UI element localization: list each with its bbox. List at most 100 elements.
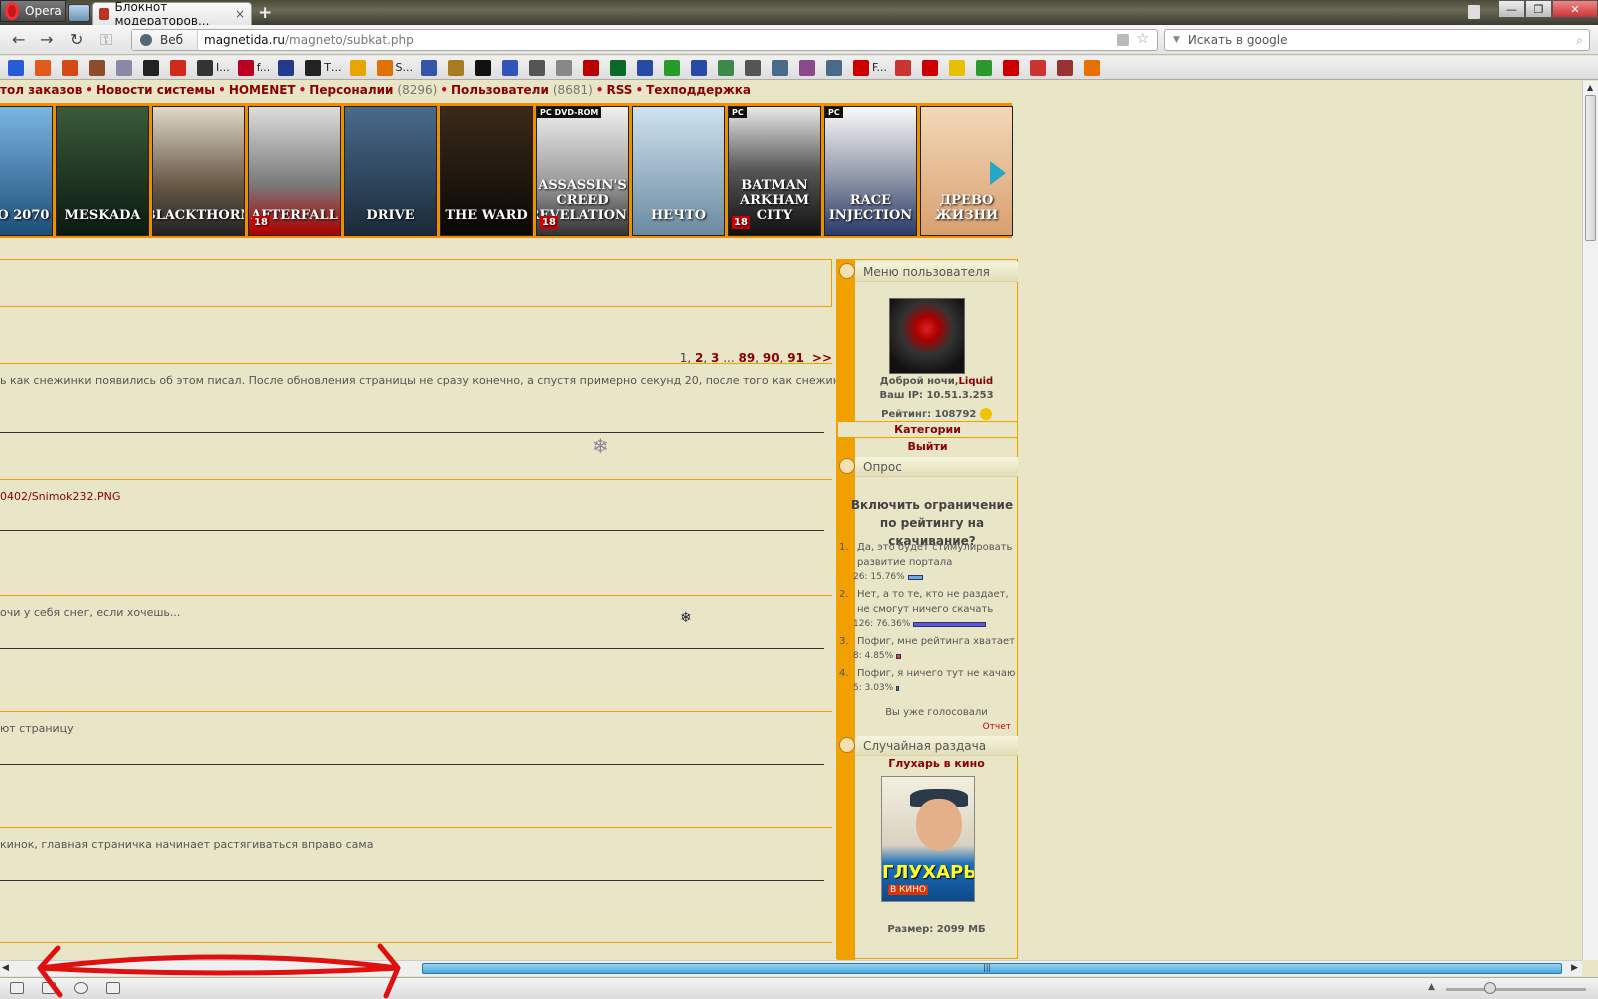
user-menu-header: Меню пользователя: [855, 262, 1018, 282]
zoom-icon[interactable]: ▲: [1428, 982, 1435, 992]
bookmark-item[interactable]: [8, 59, 32, 77]
scroll-right-icon[interactable]: ▶: [1571, 963, 1578, 973]
rss-icon[interactable]: [1117, 34, 1129, 46]
bookmark-item[interactable]: [1030, 59, 1054, 77]
bookmark-star-icon[interactable]: ☆: [1136, 31, 1149, 47]
bookmark-item[interactable]: [745, 59, 769, 77]
key-icon[interactable]: ⚿: [100, 30, 112, 50]
back-button[interactable]: ←: [12, 30, 25, 49]
poster-thumbnail[interactable]: НЕЧТО: [632, 106, 725, 236]
bookmark-item[interactable]: [62, 59, 86, 77]
bookmark-item[interactable]: [170, 59, 194, 77]
minimize-button[interactable]: —: [1498, 0, 1525, 18]
poster-thumbnail[interactable]: ANNO 2070: [0, 106, 53, 236]
address-field[interactable]: Веб magnetida.ru/magneto/subkat.php ☆: [131, 29, 1158, 51]
bookmark-item[interactable]: S...: [376, 59, 418, 77]
bookmark-item[interactable]: [502, 59, 526, 77]
close-window-button[interactable]: ✕: [1552, 0, 1598, 18]
bookmark-item[interactable]: I...: [197, 59, 235, 77]
bookmark-item[interactable]: [583, 59, 607, 77]
bookmark-item[interactable]: [475, 59, 499, 77]
bookmark-item[interactable]: [895, 59, 919, 77]
bookmark-item[interactable]: [448, 59, 472, 77]
active-tab[interactable]: Блокнот модераторов... ×: [92, 0, 252, 28]
poster-thumbnail[interactable]: BLACKTHORN: [152, 106, 245, 236]
nav-link[interactable]: Персоналии: [309, 83, 393, 97]
username-link[interactable]: Liquid: [959, 376, 994, 387]
bookmark-item[interactable]: f...: [237, 59, 276, 77]
unite-icon[interactable]: [42, 982, 56, 994]
bookmark-item[interactable]: [718, 59, 742, 77]
bookmark-item[interactable]: [826, 59, 850, 77]
scroll-up-icon[interactable]: ▲: [1587, 83, 1593, 92]
post-link[interactable]: 0402/Snimok232.PNG: [0, 490, 120, 503]
address-mode[interactable]: Веб: [132, 30, 198, 50]
nav-link[interactable]: HOMENET: [229, 83, 296, 97]
bookmark-item[interactable]: [691, 59, 715, 77]
logout-link[interactable]: Выйти: [837, 438, 1018, 455]
bookmark-item[interactable]: [610, 59, 634, 77]
bookmark-item[interactable]: [143, 59, 167, 77]
poster-thumbnail[interactable]: RACE INJECTION PC: [824, 106, 917, 236]
opera-menu-button[interactable]: Opera: [0, 0, 66, 22]
nav-link[interactable]: тол заказов: [0, 83, 82, 97]
vertical-scrollbar[interactable]: ▲: [1582, 81, 1598, 960]
search-engine-dropdown-icon[interactable]: ▼: [1173, 35, 1180, 45]
release-poster[interactable]: ГЛУХАРЬ В КИНО: [881, 776, 975, 902]
zoom-slider-track[interactable]: [1446, 988, 1586, 991]
nav-link[interactable]: Техподдержка: [646, 83, 751, 97]
poll-report-link[interactable]: Отчет: [983, 722, 1011, 732]
bookmark-item[interactable]: [772, 59, 796, 77]
panel-toggle-icon[interactable]: [10, 982, 24, 994]
search-field[interactable]: ▼ Искать в google ⌕: [1164, 29, 1590, 51]
poster-thumbnail[interactable]: THE WARD: [440, 106, 533, 236]
bookmark-item[interactable]: [1003, 59, 1027, 77]
bookmark-item[interactable]: [949, 59, 973, 77]
bookmark-item[interactable]: [664, 59, 688, 77]
share-icon[interactable]: [74, 982, 88, 994]
poster-thumbnail[interactable]: AFTERFALL 18: [248, 106, 341, 236]
bookmark-item[interactable]: [349, 59, 374, 77]
bookmark-item[interactable]: [922, 59, 946, 77]
poster-thumbnail[interactable]: ASSASSIN'S CREED REVELATIONSPC DVD-ROM18: [536, 106, 629, 236]
bookmark-item[interactable]: [116, 59, 140, 77]
bookmark-item[interactable]: [89, 59, 113, 77]
nav-link[interactable]: Пользователи: [451, 83, 549, 97]
nav-link[interactable]: Новости системы: [96, 83, 215, 97]
maximize-button[interactable]: ❐: [1525, 0, 1552, 18]
new-tab-button[interactable]: +: [258, 3, 272, 23]
tab-close-icon[interactable]: ×: [235, 7, 245, 21]
bookmark-item[interactable]: F...: [853, 59, 892, 77]
bookmark-item[interactable]: [35, 59, 59, 77]
bookmark-item[interactable]: [976, 59, 1000, 77]
scroll-left-icon[interactable]: ◀: [2, 963, 9, 973]
poster-thumbnail[interactable]: DRIVE: [344, 106, 437, 236]
poll-option-percent: 26: 15.76%: [853, 572, 905, 582]
forward-button[interactable]: →: [40, 30, 53, 49]
reload-button[interactable]: ↻: [70, 30, 83, 49]
nav-link[interactable]: RSS: [606, 83, 632, 97]
horizontal-scroll-thumb[interactable]: |||: [422, 963, 1562, 974]
bookmark-item[interactable]: [799, 59, 823, 77]
carousel-next-arrow-icon[interactable]: [990, 161, 1006, 185]
bookmark-item[interactable]: [529, 59, 553, 77]
horizontal-scrollbar[interactable]: ◀ ||| ▶: [0, 960, 1582, 976]
bookmark-item[interactable]: [556, 59, 580, 77]
vertical-scroll-thumb[interactable]: [1585, 95, 1596, 241]
poster-thumbnail[interactable]: MESKADA: [56, 106, 149, 236]
categories-link[interactable]: Категории: [837, 421, 1018, 438]
bookmark-item[interactable]: [1084, 59, 1108, 77]
bookmark-item[interactable]: [637, 59, 661, 77]
release-name-link[interactable]: Глухарь в кино: [855, 757, 1018, 770]
bookmark-item[interactable]: Т...: [305, 59, 346, 77]
bookmark-item[interactable]: [1057, 59, 1081, 77]
bookmark-item[interactable]: [421, 59, 445, 77]
tab-switcher-icon[interactable]: [68, 4, 90, 22]
bookmark-item[interactable]: [278, 59, 302, 77]
zoom-slider-knob[interactable]: [1484, 982, 1496, 994]
trash-icon[interactable]: [1468, 5, 1480, 19]
poster-thumbnail[interactable]: BATMAN ARKHAM CITY PC 18: [728, 106, 821, 236]
avatar[interactable]: [889, 298, 965, 374]
search-icon[interactable]: ⌕: [1576, 33, 1583, 48]
turbo-icon[interactable]: [106, 982, 120, 994]
